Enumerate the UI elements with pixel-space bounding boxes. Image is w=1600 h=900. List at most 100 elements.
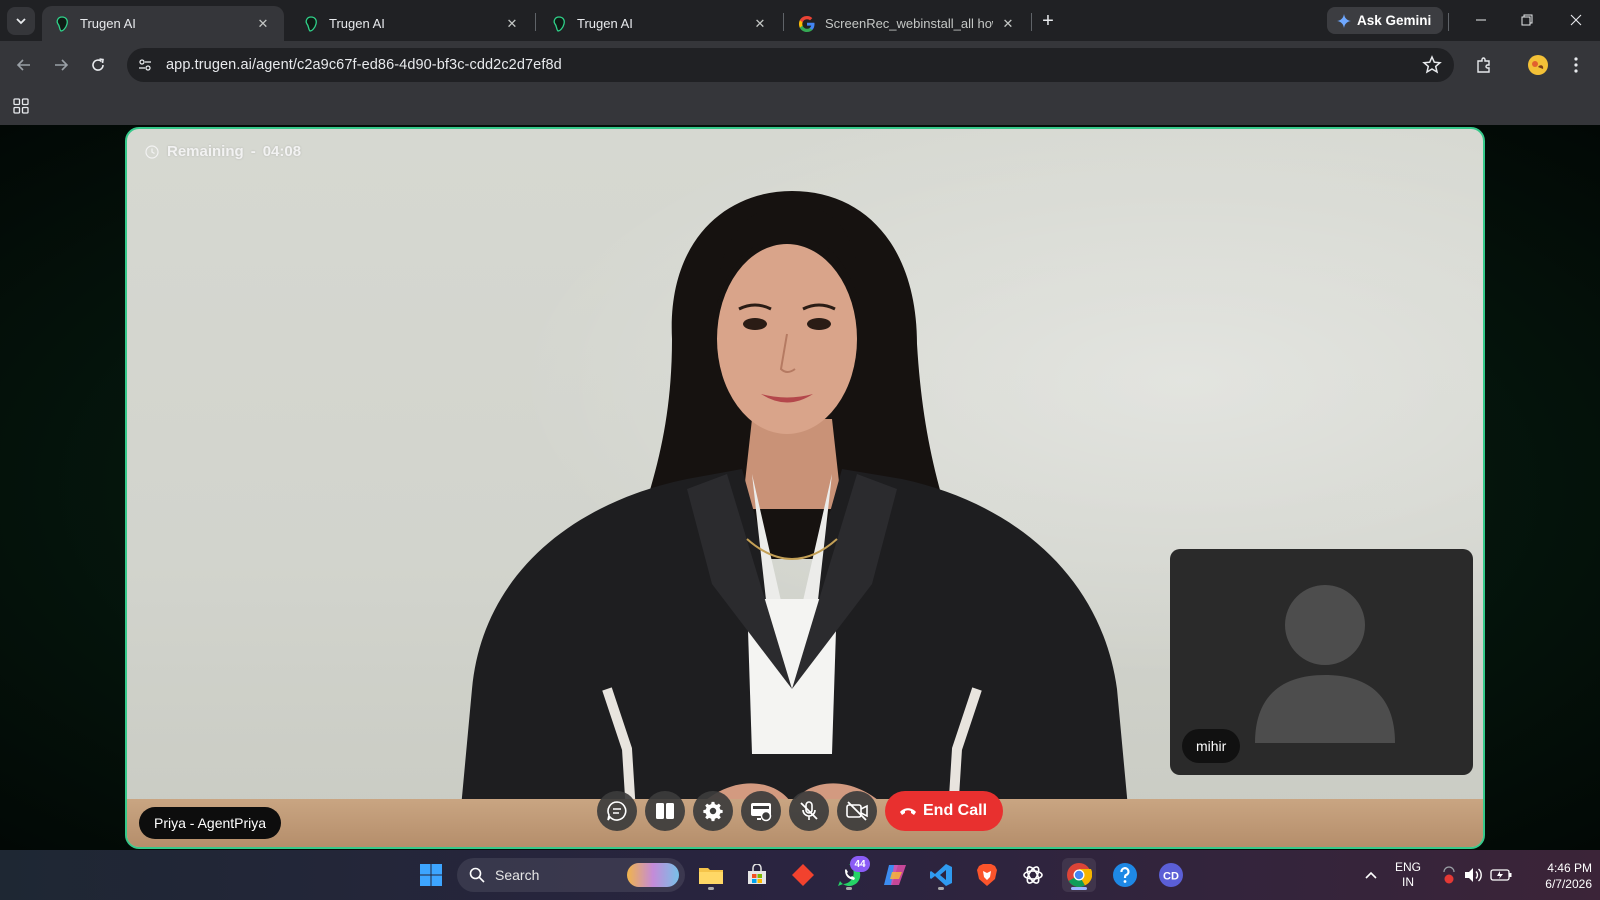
phone-hangup-icon <box>900 808 916 815</box>
screen-share-button[interactable] <box>741 791 781 831</box>
close-icon[interactable]: ✕ <box>503 15 521 33</box>
remaining-timer: Remaining - 04:08 <box>145 143 301 160</box>
camera-off-icon <box>846 801 868 821</box>
apps-grid-icon[interactable] <box>12 97 30 115</box>
chat-bubble-icon <box>607 801 627 821</box>
layout-button[interactable] <box>645 791 685 831</box>
screen-share-icon <box>751 803 772 822</box>
tab-title: Trugen AI <box>80 16 136 31</box>
forward-button[interactable] <box>47 51 75 79</box>
brave-button[interactable] <box>970 858 1004 892</box>
close-icon[interactable]: ✕ <box>254 15 272 33</box>
call-controls: End Call <box>597 791 1004 831</box>
chrome-button[interactable] <box>1062 858 1096 892</box>
search-label: Search <box>495 867 540 883</box>
minimize-button[interactable] <box>1466 8 1496 32</box>
active-indicator <box>1071 887 1087 890</box>
chrome-menu-button[interactable] <box>1562 51 1590 79</box>
tab-title: Trugen AI <box>329 16 385 31</box>
avatar-icon <box>1528 55 1548 75</box>
tab-title: ScreenRec_webinstall_all how to <box>825 16 993 31</box>
user-placeholder-icon <box>1255 585 1395 743</box>
end-call-button[interactable]: End Call <box>885 791 1004 831</box>
restore-button[interactable] <box>1512 8 1542 32</box>
timer-label: Remaining <box>167 143 244 160</box>
input-language-indicator[interactable]: ENG IN <box>1395 860 1421 890</box>
microsoft-store-button[interactable] <box>740 858 774 892</box>
end-call-label: End Call <box>923 802 988 819</box>
chatgpt-button[interactable] <box>1016 858 1050 892</box>
copilot-button[interactable] <box>878 858 912 892</box>
tab-search-button[interactable] <box>7 7 35 35</box>
ask-gemini-label: Ask Gemini <box>1357 13 1432 28</box>
self-name-label: mihir <box>1182 729 1241 763</box>
tray-overflow-button[interactable] <box>1354 858 1388 892</box>
app-red-diamond-button[interactable] <box>786 858 820 892</box>
close-icon[interactable]: ✕ <box>999 15 1017 33</box>
vscode-button[interactable] <box>924 858 958 892</box>
openai-icon <box>1023 866 1043 884</box>
close-icon[interactable]: ✕ <box>751 15 769 33</box>
google-favicon-icon <box>799 15 815 32</box>
file-explorer-button[interactable] <box>694 858 728 892</box>
extensions-button[interactable] <box>1470 51 1498 79</box>
recording-indicator-button[interactable] <box>1437 858 1461 892</box>
microphone-off-icon <box>800 801 818 820</box>
chat-button[interactable] <box>597 791 637 831</box>
region-code: IN <box>1402 875 1414 889</box>
tab-title: Trugen AI <box>577 16 633 31</box>
agent-video-stage: Remaining - 04:08 mihir Priya - AgentPri… <box>125 127 1485 849</box>
trugen-favicon-icon <box>551 15 567 32</box>
tab-trugen-1[interactable]: Trugen AI ✕ <box>42 6 284 41</box>
taskbar-search[interactable]: Search <box>457 858 685 892</box>
search-icon <box>469 867 485 883</box>
tab-separator <box>783 13 784 31</box>
camera-off-button[interactable] <box>837 791 877 831</box>
speaker-icon <box>1465 868 1482 882</box>
folder-icon <box>699 868 723 884</box>
volume-button[interactable] <box>1461 858 1485 892</box>
reload-button[interactable] <box>84 51 112 79</box>
running-indicator <box>846 887 852 890</box>
self-view-tile: mihir <box>1170 549 1473 775</box>
whatsapp-button[interactable]: 44 <box>832 856 870 892</box>
profile-button[interactable] <box>1524 51 1552 79</box>
address-bar[interactable]: app.trugen.ai/agent/c2a9c67f-ed86-4d90-b… <box>127 48 1454 82</box>
bookmark-star-icon[interactable] <box>1422 55 1442 75</box>
help-icon <box>1113 863 1137 887</box>
tab-trugen-3[interactable]: Trugen AI ✕ <box>539 6 781 41</box>
windows-taskbar: Search 44 CD ENG IN 4:46 PM 6/7/2026 <box>0 850 1600 900</box>
close-window-button[interactable] <box>1561 8 1591 32</box>
new-tab-button[interactable]: + <box>1036 9 1060 33</box>
battery-button[interactable] <box>1487 858 1515 892</box>
settings-button[interactable] <box>693 791 733 831</box>
store-icon <box>748 864 766 884</box>
tab-separator <box>1031 13 1032 31</box>
taskbar-clock[interactable]: 4:46 PM 6/7/2026 <box>1522 860 1592 892</box>
cd-app-button[interactable]: CD <box>1154 858 1188 892</box>
start-button[interactable] <box>414 858 448 892</box>
tab-trugen-2[interactable]: Trugen AI ✕ <box>291 6 533 41</box>
more-vertical-icon <box>1574 57 1578 73</box>
url-text: app.trugen.ai/agent/c2a9c67f-ed86-4d90-b… <box>166 57 562 73</box>
help-button[interactable] <box>1108 858 1142 892</box>
back-button[interactable] <box>10 51 38 79</box>
page-viewport: Remaining - 04:08 mihir Priya - AgentPri… <box>0 125 1600 850</box>
tab-screenrec[interactable]: ScreenRec_webinstall_all how to ✕ <box>787 6 1029 41</box>
windows-logo-icon <box>420 864 442 886</box>
chrome-icon <box>1067 863 1092 888</box>
brave-lion-icon <box>977 864 997 886</box>
gear-icon <box>703 801 723 822</box>
site-info-icon[interactable] <box>130 50 160 80</box>
cd-app-icon: CD <box>1159 863 1183 887</box>
lang-code: ENG <box>1395 860 1422 874</box>
browser-toolbar: app.trugen.ai/agent/c2a9c67f-ed86-4d90-b… <box>0 41 1600 89</box>
chevron-down-icon <box>16 18 26 25</box>
ask-gemini-button[interactable]: Ask Gemini <box>1327 7 1444 34</box>
trugen-favicon-icon <box>303 15 319 32</box>
clock-date: 6/7/2026 <box>1545 877 1592 891</box>
red-diamond-icon <box>792 864 814 886</box>
plus-icon: + <box>1042 9 1054 32</box>
mute-microphone-button[interactable] <box>789 791 829 831</box>
agent-name-label: Priya - AgentPriya <box>139 807 282 839</box>
